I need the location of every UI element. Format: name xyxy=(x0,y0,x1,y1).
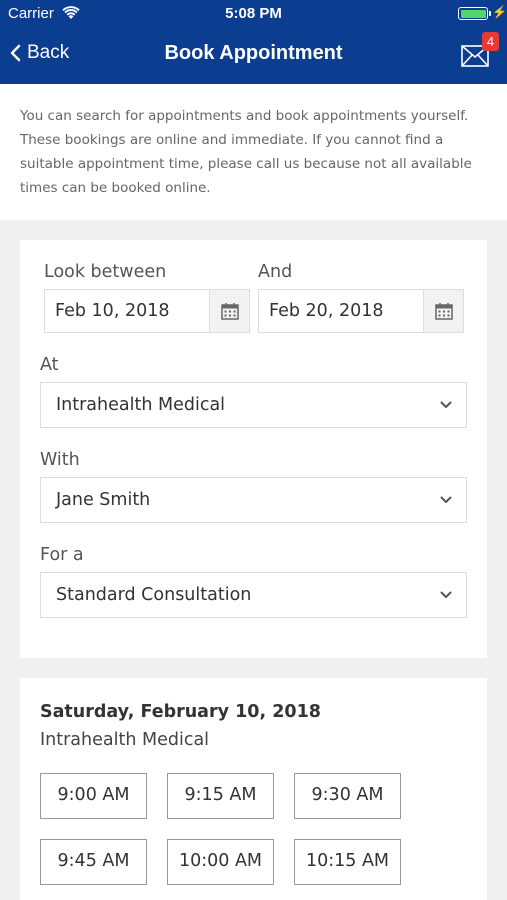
slot-date-heading: Saturday, February 10, 2018 xyxy=(40,702,321,722)
location-select[interactable]: Intrahealth Medical xyxy=(40,382,467,428)
time-slot-button[interactable]: 9:45 AM xyxy=(40,839,147,885)
time-slot-button[interactable]: 9:30 AM xyxy=(294,773,401,819)
start-date-field[interactable]: Feb 10, 2018 xyxy=(44,289,250,333)
practitioner-value: Jane Smith xyxy=(56,490,151,510)
end-date-field[interactable]: Feb 20, 2018 xyxy=(258,289,464,333)
nav-bar: Back Book Appointment 4 xyxy=(0,28,507,84)
time-slot-button[interactable]: 10:15 AM xyxy=(294,839,401,885)
time-slot-button[interactable]: 9:00 AM xyxy=(40,773,147,819)
appointment-type-select[interactable]: Standard Consultation xyxy=(40,572,467,618)
intro-text: You can search for appointments and book… xyxy=(0,84,507,220)
battery-level xyxy=(460,9,486,18)
availability-card: Saturday, February 10, 2018 Intrahealth … xyxy=(20,678,487,900)
for-label: For a xyxy=(40,545,84,565)
page-title: Book Appointment xyxy=(164,42,343,64)
and-label: And xyxy=(258,262,293,282)
with-label: With xyxy=(40,450,80,470)
start-date-value: Feb 10, 2018 xyxy=(55,301,170,321)
chevron-down-icon xyxy=(440,401,452,408)
calendar-icon[interactable] xyxy=(209,290,249,332)
end-date-value: Feb 20, 2018 xyxy=(269,301,384,321)
slot-location: Intrahealth Medical xyxy=(40,730,210,750)
search-form: Look between And Feb 10, 2018 Feb 20, 20… xyxy=(20,240,487,658)
time-slot-button[interactable]: 10:00 AM xyxy=(167,839,274,885)
chevron-down-icon xyxy=(440,591,452,598)
status-bar: Carrier 5:08 PM ⚡ xyxy=(0,0,507,28)
mail-badge: 4 xyxy=(482,32,499,51)
charging-icon: ⚡ xyxy=(492,5,507,19)
practitioner-select[interactable]: Jane Smith xyxy=(40,477,467,523)
at-label: At xyxy=(40,355,59,375)
location-value: Intrahealth Medical xyxy=(56,395,226,415)
battery-icon xyxy=(458,7,491,20)
appointment-type-value: Standard Consultation xyxy=(56,585,252,605)
chevron-down-icon xyxy=(440,496,452,503)
time-slot-button[interactable]: 9:15 AM xyxy=(167,773,274,819)
clock: 5:08 PM xyxy=(225,5,282,22)
look-between-label: Look between xyxy=(44,262,167,282)
calendar-icon[interactable] xyxy=(423,290,463,332)
